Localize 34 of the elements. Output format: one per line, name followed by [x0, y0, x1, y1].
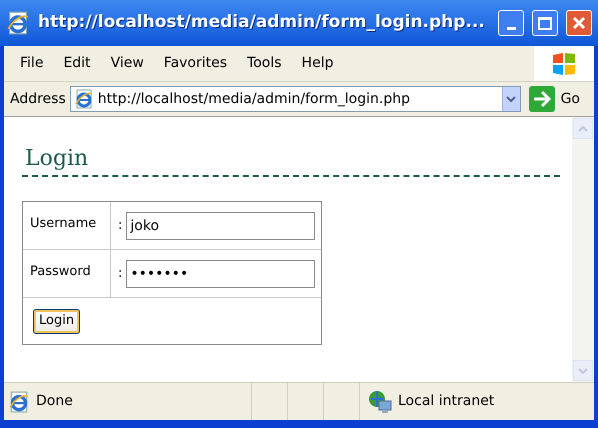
status-text: Done: [36, 392, 73, 411]
arrow-right-icon: [528, 86, 555, 112]
close-button[interactable]: [566, 10, 592, 36]
ie-icon: [6, 11, 30, 35]
menu-item[interactable]: Help: [292, 53, 344, 74]
maximize-button[interactable]: [532, 10, 558, 36]
menu-item[interactable]: Favorites: [154, 53, 238, 74]
field-label: Username: [30, 216, 96, 231]
chevron-down-icon: [578, 368, 588, 374]
field-label: Password: [30, 264, 91, 279]
window-title: http://localhost/media/admin/form_login.php...: [38, 11, 486, 34]
minimize-button[interactable]: [498, 10, 524, 36]
globe-computer-icon: [368, 390, 392, 414]
chevron-up-icon: [578, 126, 588, 132]
dropdown-button[interactable]: [502, 87, 520, 111]
menu-item[interactable]: File: [10, 53, 54, 74]
ie-icon: [74, 89, 94, 109]
menu-item[interactable]: View: [100, 53, 154, 74]
windows-logo-icon: [551, 50, 577, 76]
page-heading: Login: [22, 145, 560, 177]
input-field[interactable]: •••••••: [126, 260, 315, 288]
address-label: Address: [10, 90, 66, 108]
menu-item[interactable]: Tools: [237, 53, 292, 74]
close-icon: [572, 16, 586, 30]
zone-text: Local intranet: [398, 392, 494, 411]
go-button[interactable]: Go: [524, 86, 588, 112]
login-button[interactable]: Login: [33, 308, 80, 334]
input-field[interactable]: joko: [126, 212, 315, 240]
address-field[interactable]: http://localhost/media/admin/form_login.php: [70, 86, 521, 112]
chevron-down-icon: [506, 96, 516, 102]
ie-icon: [8, 390, 30, 412]
menu-item[interactable]: Edit: [53, 53, 101, 74]
colon: :: [118, 264, 122, 283]
colon: :: [118, 216, 122, 235]
